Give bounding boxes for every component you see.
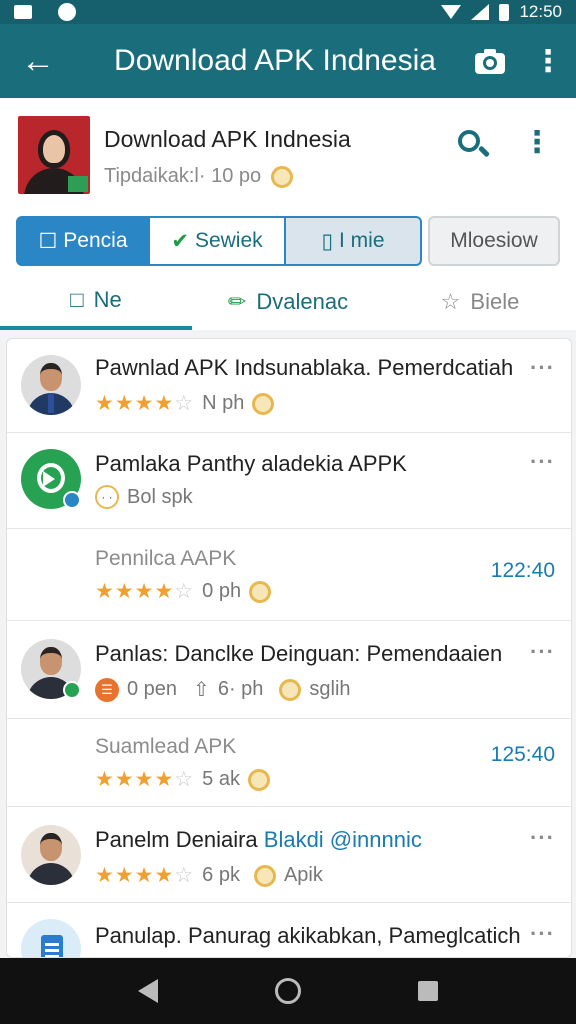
coin-icon	[253, 864, 276, 887]
nav-home-icon[interactable]	[274, 978, 301, 1004]
camera-icon[interactable]	[460, 47, 520, 75]
item-meta: 5 ak	[202, 768, 240, 790]
comment-icon: □	[70, 287, 84, 312]
item-meta: N ph	[202, 392, 245, 414]
tag-icon: ☰	[95, 677, 119, 702]
smiley-icon: · ·	[95, 485, 119, 509]
list-item[interactable]: Pamlaka Panthy aladekia APPK · · Bol spk…	[7, 433, 571, 529]
item-more-button[interactable]: ···	[530, 921, 555, 947]
tab-bar: □ Ne ✏ Dvalenac ☆ Biele	[0, 274, 576, 330]
rating-stars: ★★★★☆	[95, 392, 195, 415]
avatar	[21, 825, 81, 885]
item-title: Panlas: Danclke Deinguan: Pemendaaien	[95, 641, 503, 666]
segment-mloesiow[interactable]: Mloesiow	[428, 216, 560, 266]
app-subtitle: Tipdaikak:l· 10 po	[104, 165, 262, 187]
app-bar-title: Download APK Indnesia	[114, 44, 436, 77]
system-nav-bar	[0, 958, 576, 1024]
segment-imie[interactable]: ▯ I mie	[286, 216, 422, 266]
item-meta: 0 ph	[202, 580, 242, 602]
app-logo	[18, 116, 90, 194]
item-title: Panulap. Panurag akikabkan, Pameglcatich	[95, 923, 521, 948]
coin-icon	[249, 580, 272, 603]
coin-icon	[247, 768, 270, 791]
app-summary: Download APK Indnesia Tipdaikak:l· 10 po…	[18, 116, 558, 194]
item-meta-c: sglih	[309, 678, 351, 700]
thumbs-up-icon: ☐	[38, 229, 58, 253]
header-card: Download APK Indnesia Tipdaikak:l· 10 po…	[0, 98, 576, 330]
item-title: Pamlaka Panthy aladekia APPK	[95, 451, 407, 476]
list-item[interactable]: Panelm Deniaira Blakdi @innnnic ★★★★☆ 6 …	[7, 807, 571, 903]
list-item[interactable]: Panulap. Panurag akikabkan, Pameglcatich…	[7, 903, 571, 957]
avatar	[21, 355, 81, 415]
back-arrow-icon[interactable]: ←	[0, 42, 76, 81]
clipboard-icon: ▯	[321, 229, 334, 253]
list-item[interactable]: Pawnlad APK Indsunablaka. Pemerdcatiah ★…	[7, 339, 571, 433]
signal-icon	[471, 4, 490, 20]
coin-icon	[279, 678, 302, 701]
item-title: Panelm Deniaira Blakdi @innnnic	[95, 827, 422, 852]
item-more-button[interactable]: ···	[530, 639, 555, 665]
nav-recents-icon[interactable]	[417, 981, 438, 1001]
item-title: Pawnlad APK Indsunablaka. Pemerdcatiah	[95, 355, 514, 380]
item-time: 122:40	[490, 559, 555, 582]
more-options-icon[interactable]: ⋮	[522, 128, 552, 158]
item-title-highlight[interactable]: Blakdi @innnnic	[264, 827, 422, 852]
notification-icon	[14, 5, 32, 19]
item-meta-a: 6 pk	[202, 864, 240, 886]
verified-badge-icon	[63, 491, 81, 509]
rating-stars: ★★★★☆	[95, 768, 195, 791]
segment-pencia[interactable]: ☐ Pencia	[16, 216, 150, 266]
coin-icon	[271, 165, 294, 188]
item-more-button[interactable]: ···	[530, 825, 555, 851]
check-icon: ✔	[171, 229, 189, 253]
pencil-icon: ✏	[227, 289, 247, 314]
rating-stars: ★★★★☆	[95, 864, 195, 887]
tab-dvalenac[interactable]: ✏ Dvalenac	[192, 274, 384, 330]
item-title: Pennilca AAPK	[95, 547, 237, 570]
item-title: Suamlead APK	[95, 735, 237, 758]
app-name: Download APK Indnesia	[104, 126, 351, 152]
coin-icon	[252, 392, 275, 415]
status-bar: 12:50	[0, 0, 576, 24]
verified-badge-icon	[63, 681, 81, 699]
item-list: Pawnlad APK Indsunablaka. Pemerdcatiah ★…	[6, 338, 572, 958]
list-item[interactable]: Panlas: Danclke Deinguan: Pemendaaien ☰ …	[7, 621, 571, 719]
wifi-icon	[441, 5, 462, 19]
item-meta: Bol spk	[127, 485, 193, 508]
item-more-button[interactable]: ···	[530, 355, 555, 381]
star-outline-icon: ☆	[440, 289, 461, 314]
item-time: 125:40	[490, 743, 555, 766]
item-meta-c: Apik	[283, 864, 323, 886]
item-meta-a: 0 pen	[127, 678, 178, 700]
item-more-button[interactable]: ···	[530, 449, 555, 475]
segment-control: ☐ Pencia ✔ Sewiek ▯ I mie Mloesiow	[16, 216, 560, 266]
tab-biele[interactable]: ☆ Biele	[384, 274, 576, 330]
battery-icon	[499, 3, 510, 21]
rating-stars: ★★★★☆	[95, 580, 195, 603]
tab-ne[interactable]: □ Ne	[0, 274, 192, 330]
list-item[interactable]: Suamlead APK ★★★★☆ 5 ak 125:40	[7, 719, 571, 807]
overflow-menu-icon[interactable]: ⋮	[520, 44, 576, 79]
share-icon: ⇧	[193, 679, 210, 701]
status-time: 12:50	[519, 2, 562, 21]
document-icon	[21, 919, 81, 957]
nav-back-icon[interactable]	[138, 979, 159, 1003]
list-item[interactable]: Pennilca AAPK ★★★★☆ 0 ph 122:40	[7, 529, 571, 621]
status-dot-icon	[58, 3, 76, 21]
item-meta-b: 6· ph	[217, 678, 264, 700]
segment-sewiek[interactable]: ✔ Sewiek	[150, 216, 286, 266]
app-bar: ← Download APK Indnesia ⋮	[0, 24, 576, 98]
search-icon[interactable]	[458, 130, 491, 160]
